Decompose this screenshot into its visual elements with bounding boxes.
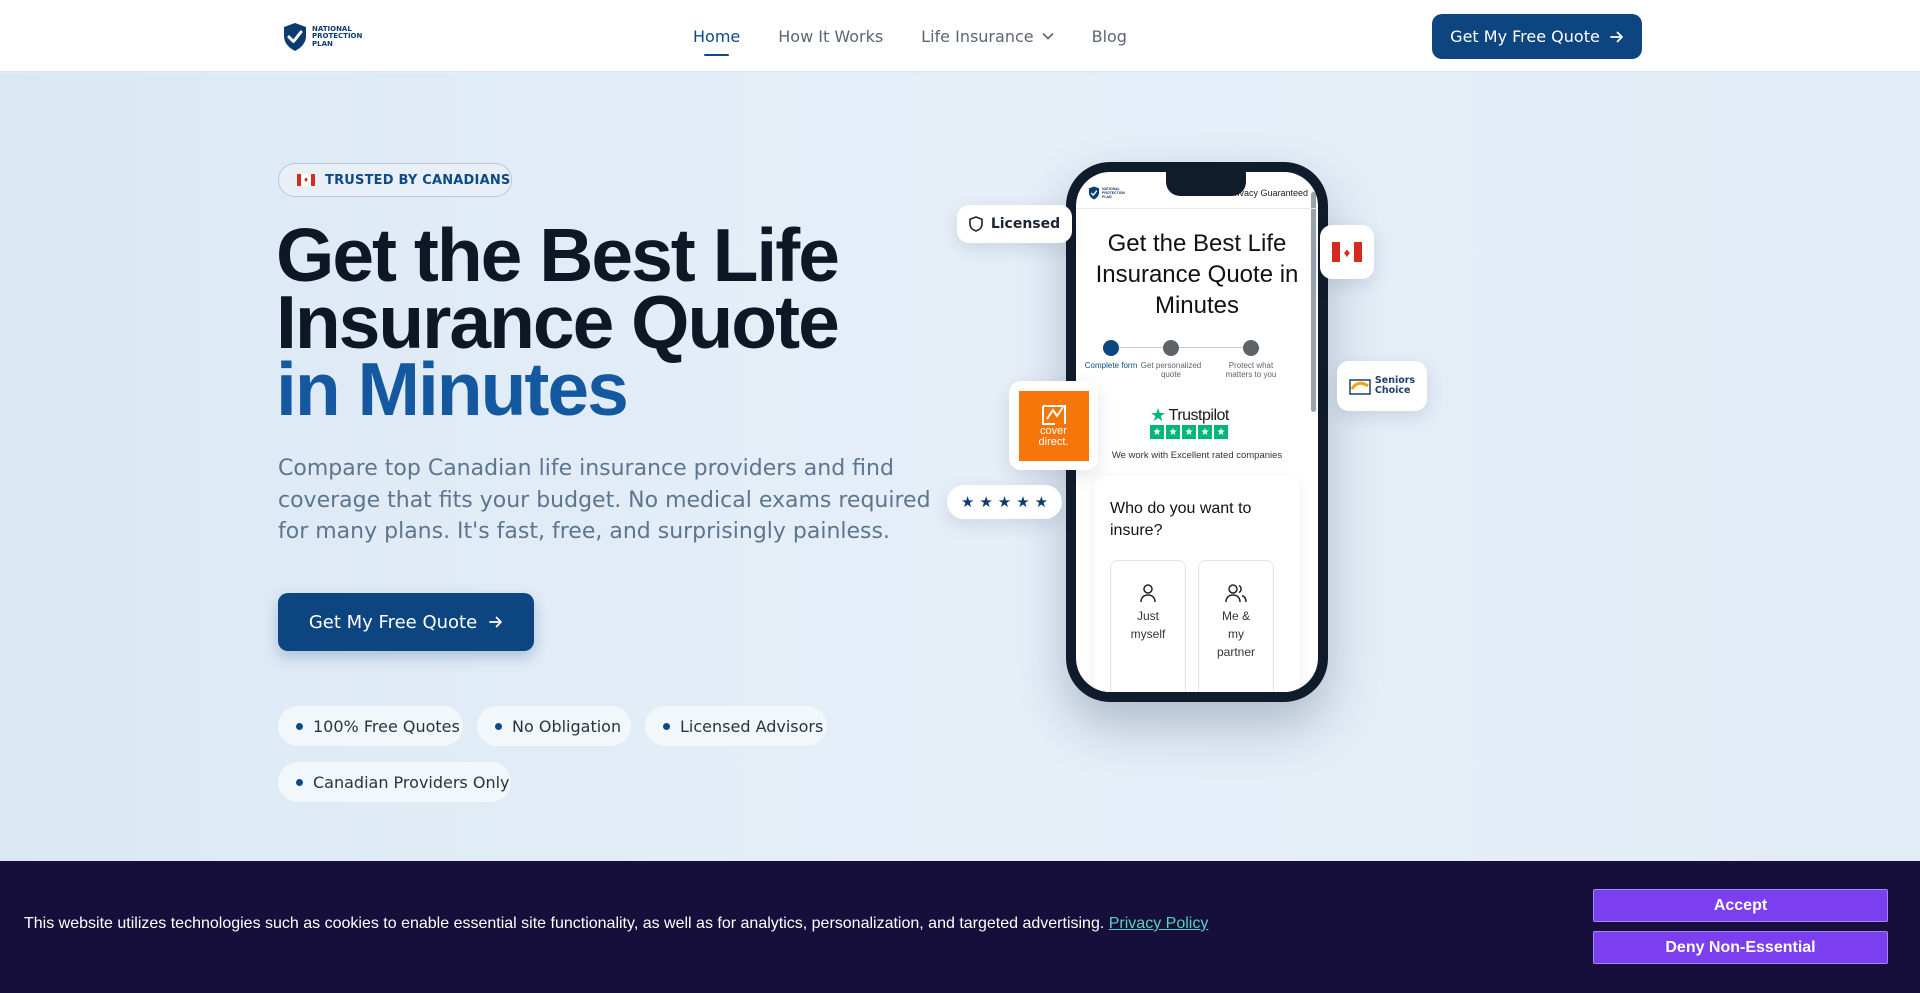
feature-pill: Canadian Providers Only bbox=[278, 762, 511, 802]
step-label: Protect what matters to you bbox=[1225, 361, 1277, 379]
hero-headline: Get the Best Life Insurance Quote in Min… bbox=[276, 218, 916, 427]
feature-pill: 100% Free Quotes bbox=[278, 706, 463, 746]
nav-life-insurance[interactable]: Life Insurance bbox=[921, 0, 1054, 72]
canada-flag-card: ♦ bbox=[1320, 225, 1374, 279]
step-dot-3 bbox=[1243, 340, 1259, 356]
phone-title: Get the Best Life Insurance Quote in Min… bbox=[1095, 230, 1299, 319]
shield-icon bbox=[969, 216, 983, 232]
hero-quote-button[interactable]: Get My Free Quote bbox=[278, 593, 534, 651]
insure-question: Who do you want to insure? bbox=[1110, 500, 1252, 539]
star-icon: ★ bbox=[1214, 425, 1228, 439]
headline-main: Get the Best Life Insurance Quote bbox=[276, 213, 840, 364]
option-just-myself[interactable]: Just myself bbox=[1110, 560, 1186, 692]
star-icon: ★ bbox=[1166, 425, 1180, 439]
shield-check-icon bbox=[1088, 186, 1100, 200]
cover-direct-card: cover direct. bbox=[1009, 381, 1098, 470]
header-quote-label: Get My Free Quote bbox=[1450, 27, 1600, 46]
cookie-accept-button[interactable]: Accept bbox=[1593, 889, 1888, 922]
phone-mockup: NATIONAL PROTECTION PLAN Privacy Guarant… bbox=[1066, 162, 1328, 702]
seniors-label-line2: Choice bbox=[1374, 385, 1411, 396]
trustpilot-logo: ★ Trustpilot bbox=[1150, 405, 1229, 426]
nav-blog-label: Blog bbox=[1091, 26, 1127, 46]
people-icon bbox=[1225, 584, 1247, 603]
nav-blog[interactable]: Blog bbox=[1092, 0, 1127, 72]
privacy-policy-link[interactable]: Privacy Policy bbox=[1109, 915, 1209, 932]
star-icon: ★ bbox=[1182, 425, 1196, 439]
logo-text: NATIONAL PROTECTION PLAN bbox=[312, 24, 363, 48]
star-icon: ★ bbox=[1016, 494, 1030, 511]
nav-life-insurance-label: Life Insurance bbox=[921, 26, 1034, 46]
headline-accent: in Minutes bbox=[276, 347, 629, 431]
star-icon: ★ bbox=[1150, 425, 1164, 439]
rating-stars-card: ★ ★ ★ ★ ★ bbox=[947, 485, 1062, 519]
canada-flag-icon: ♦ bbox=[1332, 242, 1362, 262]
site-logo[interactable]: NATIONAL PROTECTION PLAN bbox=[282, 22, 372, 52]
cookie-deny-button[interactable]: Deny Non-Essential bbox=[1593, 931, 1888, 964]
seniors-choice-label: Seniors Choice bbox=[1375, 376, 1415, 396]
person-icon bbox=[1140, 584, 1156, 603]
phone-logo: NATIONAL PROTECTION PLAN bbox=[1088, 186, 1134, 200]
phone-screen: NATIONAL PROTECTION PLAN Privacy Guarant… bbox=[1076, 172, 1318, 692]
star-icon: ★ bbox=[1198, 425, 1212, 439]
insure-question-card: Who do you want to insure? Just myself M… bbox=[1094, 476, 1300, 692]
trustpilot-text: We work with Excellent rated companies bbox=[1111, 450, 1283, 461]
phone-logo-text: NATIONAL PROTECTION PLAN bbox=[1102, 187, 1125, 199]
header-quote-button[interactable]: Get My Free Quote bbox=[1432, 14, 1642, 59]
chevron-down-icon bbox=[1042, 32, 1054, 40]
option-me-and-partner[interactable]: Me & my partner bbox=[1198, 560, 1274, 692]
option-label: Me & my partner bbox=[1216, 609, 1256, 659]
canada-flag-icon: ♦ bbox=[297, 174, 315, 186]
trusted-badge-label: TRUSTED BY CANADIANS bbox=[325, 172, 511, 188]
step-dot-2 bbox=[1163, 340, 1179, 356]
shield-check-icon bbox=[284, 23, 306, 51]
trusted-badge: ♦ TRUSTED BY CANADIANS bbox=[278, 163, 512, 197]
nav-how-it-works-label: How It Works bbox=[778, 26, 884, 46]
hero-subtext: Compare top Canadian life insurance prov… bbox=[278, 456, 931, 544]
cover-label-line1: cover bbox=[1040, 424, 1067, 437]
cookie-text: This website utilizes technologies such … bbox=[24, 915, 1208, 933]
phone-divider bbox=[1076, 208, 1318, 209]
nav-home[interactable]: Home bbox=[693, 0, 740, 72]
cover-direct-logo: cover direct. bbox=[1018, 390, 1089, 461]
site-header: NATIONAL PROTECTION PLAN Home How It Wor… bbox=[0, 0, 1920, 72]
trustpilot-star-icon: ★ bbox=[1150, 405, 1166, 425]
cover-direct-mark-icon bbox=[1041, 404, 1066, 425]
star-icon: ★ bbox=[960, 494, 975, 511]
nav-how-it-works[interactable]: How It Works bbox=[778, 0, 883, 72]
licensed-badge: Licensed bbox=[957, 205, 1072, 243]
phone-notch bbox=[1166, 172, 1246, 196]
hero-quote-label: Get My Free Quote bbox=[308, 611, 478, 633]
nav-home-label: Home bbox=[693, 26, 741, 46]
steps-line bbox=[1112, 347, 1260, 348]
licensed-label: Licensed bbox=[990, 216, 1061, 232]
trustpilot-label: Trustpilot bbox=[1168, 406, 1230, 424]
star-icon: ★ bbox=[1034, 494, 1049, 511]
seniors-choice-card: Seniors Choice bbox=[1337, 361, 1427, 411]
seniors-choice-logo-icon bbox=[1349, 379, 1371, 395]
cover-label-line2: direct. bbox=[1038, 435, 1069, 448]
cookie-message: This website utilizes technologies such … bbox=[24, 915, 1105, 932]
arrow-right-icon bbox=[489, 616, 503, 628]
arrow-right-icon bbox=[1609, 31, 1623, 42]
step-dot-1 bbox=[1103, 340, 1119, 356]
option-label: Just myself bbox=[1130, 609, 1166, 641]
feature-pill: Licensed Advisors bbox=[645, 706, 827, 746]
star-icon: ★ bbox=[979, 494, 993, 511]
feature-pill: No Obligation bbox=[477, 706, 631, 746]
star-icon: ★ bbox=[997, 494, 1012, 511]
trustpilot-rating-stars: ★ ★ ★ ★ ★ bbox=[1150, 425, 1228, 439]
main-nav: Home How It Works Life Insurance Blog bbox=[693, 0, 1127, 72]
step-label: Get personalized quote bbox=[1140, 361, 1202, 379]
